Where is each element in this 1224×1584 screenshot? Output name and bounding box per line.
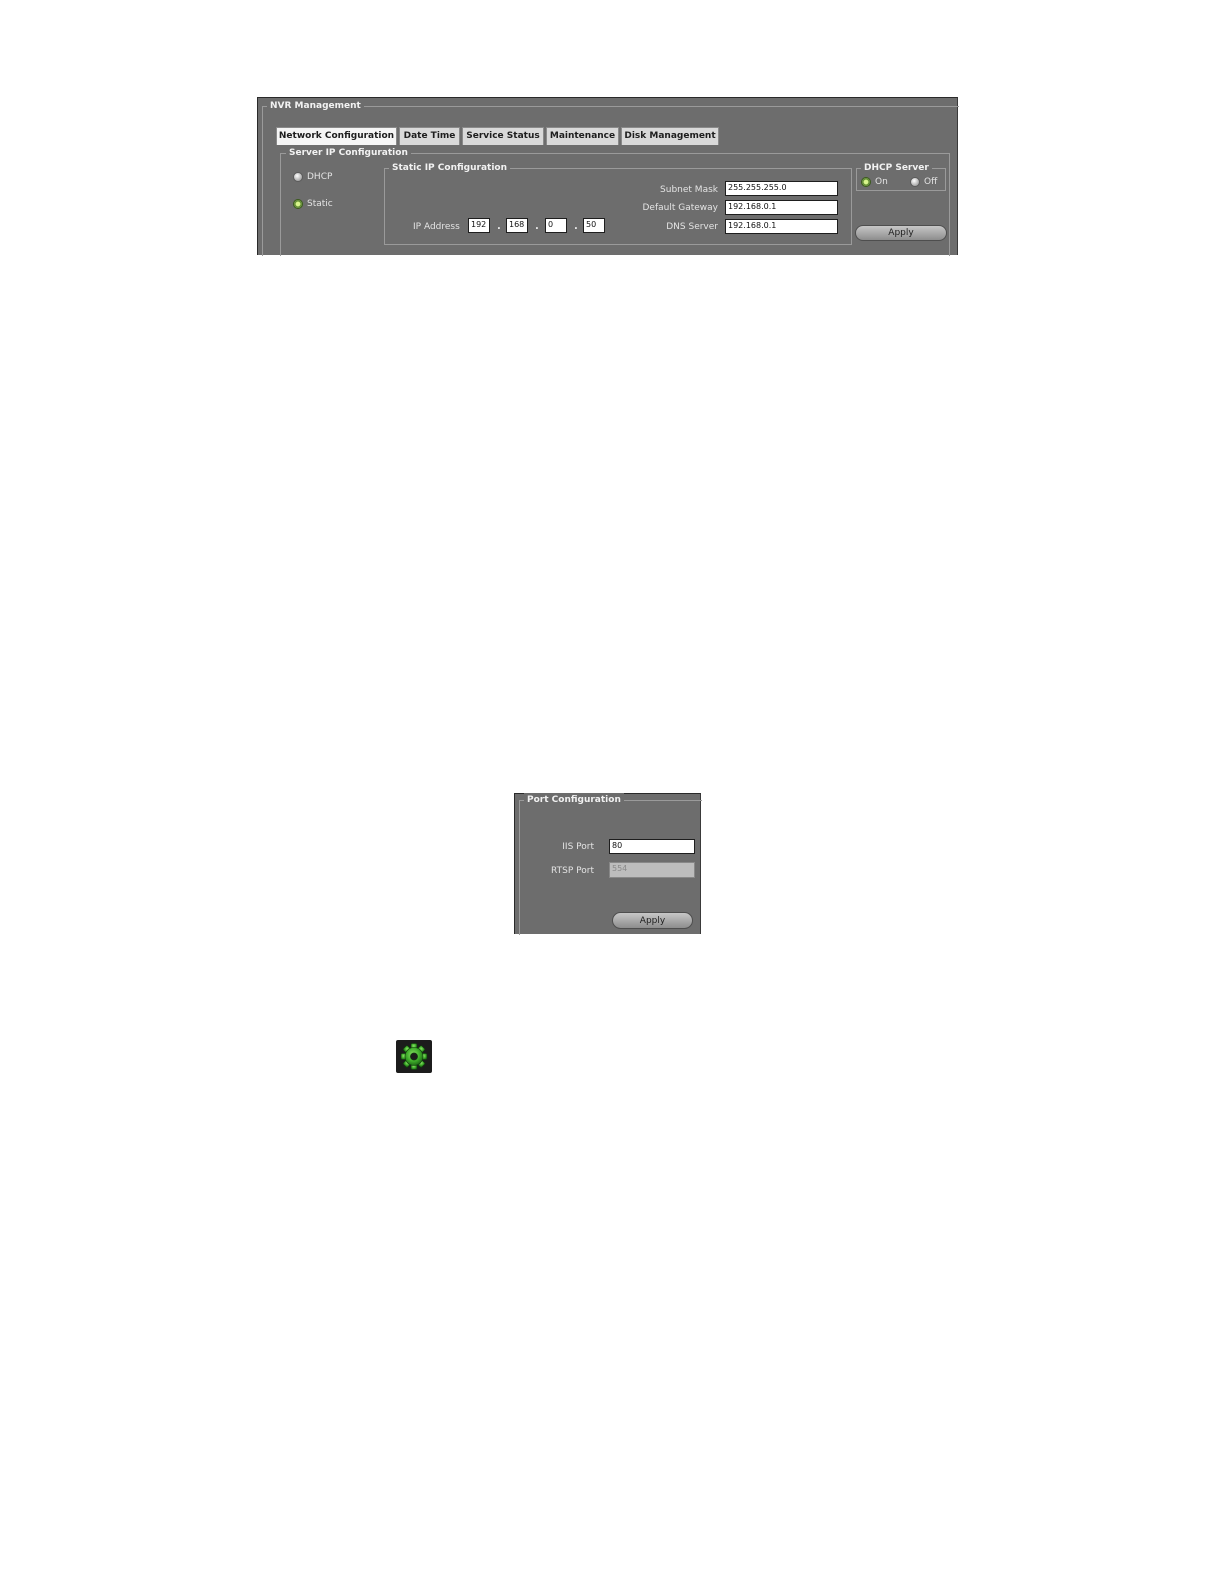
tab-disk-management[interactable]: Disk Management [621, 127, 719, 145]
static-radio[interactable] [293, 199, 303, 209]
port-apply-button[interactable]: Apply [612, 912, 693, 929]
static-ip-configuration-title: Static IP Configuration [389, 161, 510, 175]
port-configuration-panel: Port Configuration IIS Port 80 RTSP Port… [514, 793, 702, 935]
server-ip-configuration-group: Server IP Configuration DHCP Static Stat… [280, 146, 950, 256]
rtsp-port-input[interactable]: 554 [609, 862, 695, 878]
dns-server-label: DNS Server [666, 222, 718, 232]
dns-server-input[interactable]: 192.168.0.1 [725, 219, 838, 234]
tab-date-time[interactable]: Date Time [399, 127, 460, 145]
subnet-mask-label: Subnet Mask [660, 185, 718, 195]
default-gateway-input[interactable]: 192.168.0.1 [725, 200, 838, 215]
ip-octet-3-input[interactable]: 0 [545, 218, 567, 233]
ip-separator: . [535, 221, 539, 232]
dhcp-server-group: DHCP Server On Off [856, 161, 946, 191]
tab-service-status[interactable]: Service Status [462, 127, 544, 145]
static-ip-configuration-group: Static IP Configuration Subnet Mask 255.… [384, 161, 852, 245]
tab-maintenance[interactable]: Maintenance [546, 127, 619, 145]
ip-octet-4-input[interactable]: 50 [583, 218, 605, 233]
dhcp-server-off-label: Off [924, 177, 938, 187]
static-label: Static [307, 199, 333, 209]
apply-button[interactable]: Apply [855, 225, 947, 241]
default-gateway-label: Default Gateway [642, 203, 718, 213]
iis-port-label: IIS Port [562, 842, 594, 852]
nvr-management-title: NVR Management [267, 99, 364, 113]
tab-network-configuration[interactable]: Network Configuration [276, 127, 397, 145]
gear-icon [400, 1043, 428, 1070]
nvr-management-panel: NVR Management Network Configuration Dat… [257, 97, 959, 256]
dhcp-server-off-radio[interactable] [910, 177, 920, 187]
subnet-mask-input[interactable]: 255.255.255.0 [725, 181, 838, 196]
dhcp-server-title: DHCP Server [861, 161, 932, 175]
settings-button[interactable] [396, 1040, 432, 1073]
ip-address-label: IP Address [413, 222, 460, 232]
rtsp-port-label: RTSP Port [551, 866, 594, 876]
dhcp-server-on-label: On [875, 177, 888, 187]
iis-port-input[interactable]: 80 [609, 839, 695, 854]
port-configuration-title: Port Configuration [524, 793, 624, 807]
dhcp-label: DHCP [307, 172, 333, 182]
dhcp-server-on-radio[interactable] [861, 177, 871, 187]
ip-separator: . [574, 221, 578, 232]
ip-separator: . [497, 221, 501, 232]
ip-octet-2-input[interactable]: 168 [506, 218, 528, 233]
dhcp-radio[interactable] [293, 172, 303, 182]
server-ip-configuration-title: Server IP Configuration [286, 146, 411, 160]
ip-octet-1-input[interactable]: 192 [468, 218, 490, 233]
